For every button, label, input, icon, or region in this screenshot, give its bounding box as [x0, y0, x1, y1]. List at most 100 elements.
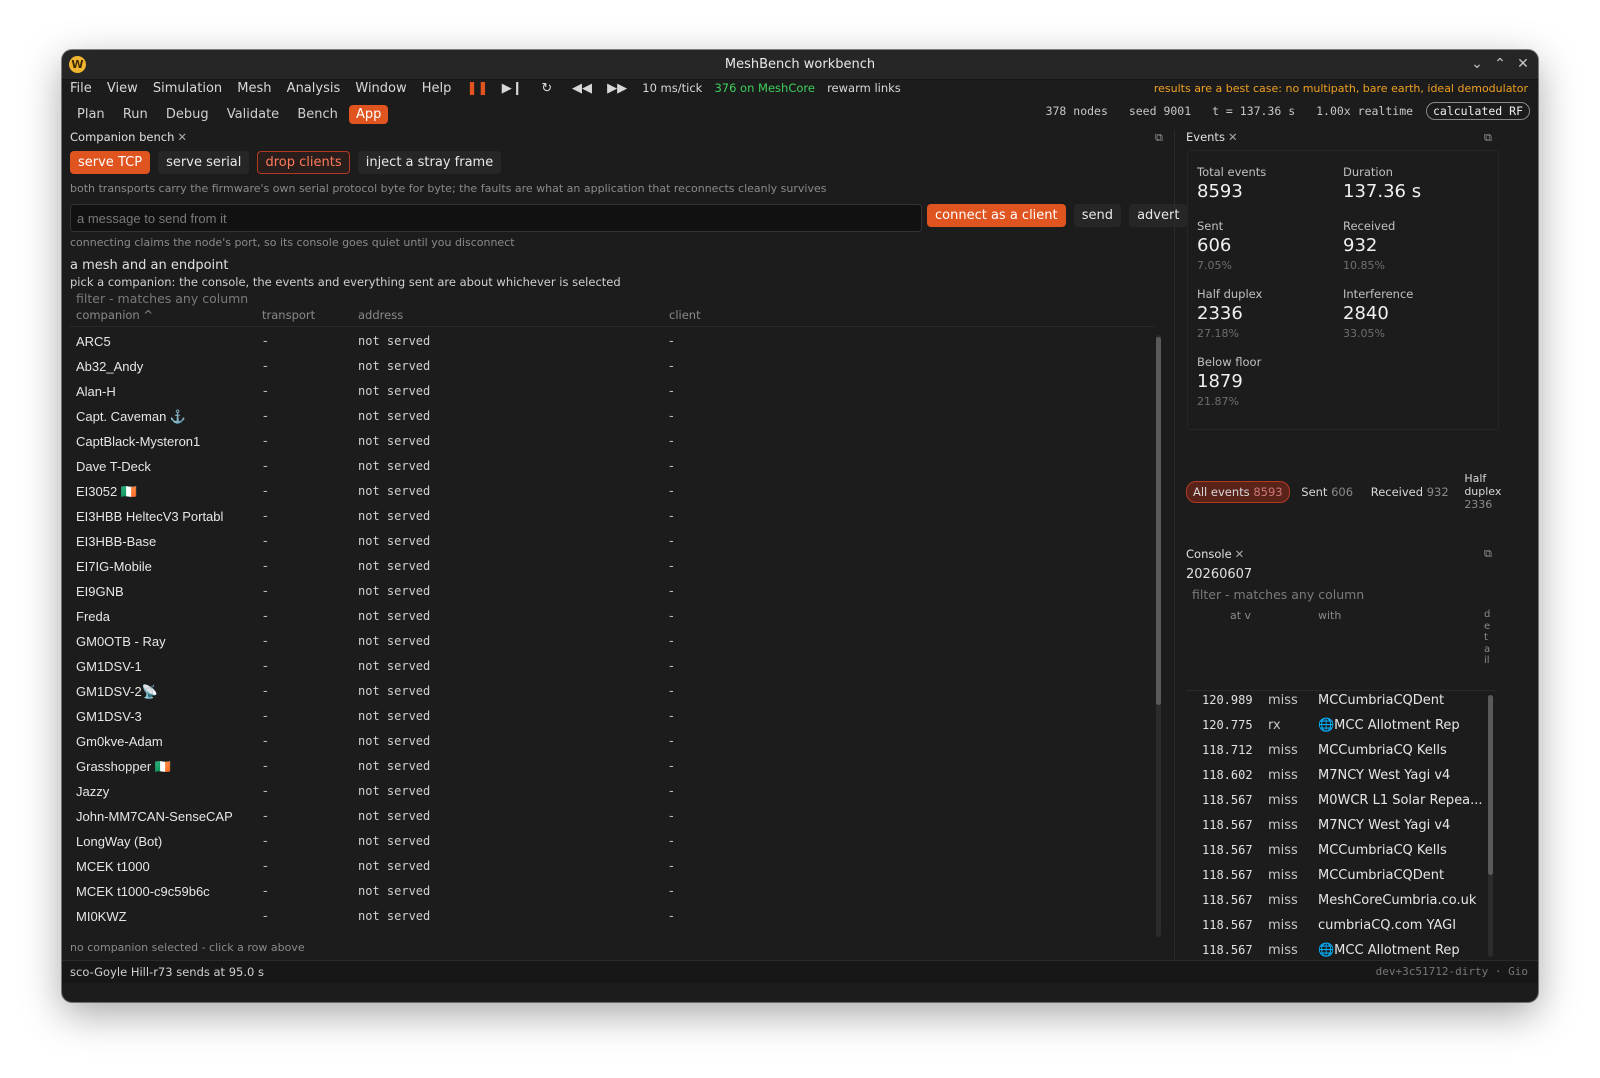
- filter-input[interactable]: filter - matches any column: [76, 291, 248, 306]
- menu-help[interactable]: Help: [422, 81, 452, 96]
- restart-icon[interactable]: ↻: [537, 81, 557, 96]
- table-row[interactable]: Capt. Caveman ⚓ - not served -: [70, 405, 1150, 430]
- chip-received[interactable]: Received 932: [1365, 482, 1455, 502]
- connect-client-button[interactable]: connect as a client: [927, 204, 1066, 227]
- table-row[interactable]: EI3HBB HeltecV3 Portabl - not served -: [70, 505, 1150, 530]
- console-row[interactable]: 118.712 miss MCCumbriaCQ Kells: [1192, 739, 1492, 764]
- table-row[interactable]: GM1DSV-1 - not served -: [70, 655, 1150, 680]
- console-scroll-thumb[interactable]: [1488, 695, 1493, 875]
- table-row[interactable]: MCEK t1000 - not served -: [70, 855, 1150, 880]
- table-row[interactable]: Freda - not served -: [70, 605, 1150, 630]
- col-detail[interactable]: detail: [1484, 609, 1492, 667]
- table-row[interactable]: Gm0kve-Adam - not served -: [70, 730, 1150, 755]
- menu-analysis[interactable]: Analysis: [287, 81, 341, 96]
- tab-run[interactable]: Run: [116, 105, 155, 124]
- close-icon[interactable]: ✕: [1514, 55, 1532, 73]
- console-filter-input[interactable]: filter - matches any column: [1192, 587, 1364, 602]
- table-row[interactable]: EI9GNB - not served -: [70, 580, 1150, 605]
- table-row[interactable]: GM1DSV-3 - not served -: [70, 705, 1150, 730]
- fast-forward-icon[interactable]: ▶▶: [607, 81, 627, 96]
- tick-rate[interactable]: 10 ms/tick: [642, 81, 702, 95]
- rf-mode-badge[interactable]: calculated RF: [1425, 102, 1530, 120]
- console-row[interactable]: 120.989 miss MCCumbriaCQDent: [1192, 689, 1492, 714]
- console-kind: miss: [1268, 893, 1298, 908]
- tab-plan[interactable]: Plan: [70, 105, 112, 124]
- chevron-down-icon[interactable]: ⌄: [1468, 55, 1486, 73]
- tab-bench[interactable]: Bench: [290, 105, 345, 124]
- console-time: 118.567: [1202, 843, 1253, 857]
- col-transport[interactable]: transport: [262, 308, 315, 322]
- console-row[interactable]: 118.567 miss cumbriaCQ.com YAGI: [1192, 914, 1492, 939]
- serve-tcp-button[interactable]: serve TCP: [70, 151, 151, 174]
- transport-cell: -: [263, 884, 268, 899]
- table-row[interactable]: John-MM7CAN-SenseCAP - not served -: [70, 805, 1150, 830]
- menu-file[interactable]: File: [70, 81, 92, 96]
- table-row[interactable]: Grasshopper 🇮🇪 - not served -: [70, 755, 1150, 780]
- col-client[interactable]: client: [669, 308, 701, 322]
- col-with[interactable]: with: [1318, 609, 1341, 622]
- console-scrollbar[interactable]: [1488, 695, 1493, 957]
- address-cell: not served: [358, 409, 431, 423]
- menu-mesh[interactable]: Mesh: [237, 81, 271, 96]
- console-row[interactable]: 120.775 rx 🌐MCC Allotment Rep: [1192, 714, 1492, 739]
- menu-window[interactable]: Window: [355, 81, 406, 96]
- col-at[interactable]: at v: [1230, 609, 1251, 622]
- tab-validate[interactable]: Validate: [220, 105, 286, 124]
- col-address[interactable]: address: [358, 308, 403, 322]
- send-button[interactable]: send: [1073, 204, 1121, 227]
- transport-cell: -: [263, 834, 268, 849]
- address-cell: not served: [358, 634, 431, 648]
- chip-all-events[interactable]: All events 8593: [1186, 480, 1290, 503]
- table-row[interactable]: GM0OTB - Ray - not served -: [70, 630, 1150, 655]
- client-cell: -: [669, 384, 674, 399]
- console-row[interactable]: 118.567 miss MeshCoreCumbria.co.uk: [1192, 889, 1492, 914]
- menu-view[interactable]: View: [107, 81, 138, 96]
- inject-frame-button[interactable]: inject a stray frame: [357, 151, 502, 174]
- companion-scrollbar[interactable]: [1156, 335, 1161, 937]
- chip-sent[interactable]: Sent 606: [1295, 482, 1359, 502]
- menu-simulation[interactable]: Simulation: [153, 81, 222, 96]
- popout-icon[interactable]: ⧉: [1484, 131, 1492, 145]
- popout-icon[interactable]: ⧉: [1484, 547, 1492, 561]
- pause-icon[interactable]: ❚❚: [467, 81, 489, 96]
- transport-cell: -: [263, 659, 268, 674]
- console-row[interactable]: 118.567 miss M7NCY West Yagi v4: [1192, 814, 1492, 839]
- drop-clients-button[interactable]: drop clients: [257, 151, 350, 174]
- companion-name: MCEK t1000-c9c59b6c: [76, 884, 210, 899]
- chip-half-duplex[interactable]: Half duplex 2336: [1460, 470, 1528, 513]
- table-row[interactable]: LongWay (Bot) - not served -: [70, 830, 1150, 855]
- table-row[interactable]: Alan-H - not served -: [70, 380, 1150, 405]
- table-row[interactable]: Jazzy - not served -: [70, 780, 1150, 805]
- close-icon[interactable]: ✕: [1228, 130, 1238, 144]
- console-row[interactable]: 118.567 miss MCCumbriaCQ Kells: [1192, 839, 1492, 864]
- rewind-icon[interactable]: ◀◀: [572, 81, 592, 96]
- step-icon[interactable]: ▶❙: [502, 81, 523, 96]
- serve-serial-button[interactable]: serve serial: [158, 151, 250, 174]
- tab-debug[interactable]: Debug: [159, 105, 216, 124]
- rewarm-links-button[interactable]: rewarm links: [827, 81, 901, 95]
- popout-icon[interactable]: ⧉: [1155, 131, 1163, 145]
- col-companion[interactable]: companion ^: [76, 308, 153, 322]
- table-row[interactable]: MI0KWZ - not served -: [70, 905, 1150, 930]
- table-row[interactable]: ARC5 - not served -: [70, 330, 1150, 355]
- advert-button[interactable]: advert: [1129, 204, 1188, 227]
- console-kind: miss: [1268, 843, 1298, 858]
- console-row[interactable]: 118.567 miss M0WCR L1 Solar Repea...: [1192, 789, 1492, 814]
- table-row[interactable]: Dave T-Deck - not served -: [70, 455, 1150, 480]
- close-icon[interactable]: ✕: [1235, 547, 1245, 561]
- console-row[interactable]: 118.567 miss MCCumbriaCQDent: [1192, 864, 1492, 889]
- close-icon[interactable]: ✕: [177, 130, 187, 144]
- table-row[interactable]: GM1DSV-2📡 - not served -: [70, 680, 1150, 705]
- companion-scroll-thumb[interactable]: [1156, 337, 1161, 705]
- table-row[interactable]: EI3HBB-Base - not served -: [70, 530, 1150, 555]
- table-row[interactable]: Ab32_Andy - not served -: [70, 355, 1150, 380]
- table-row[interactable]: EI3052 🇮🇪 - not served -: [70, 480, 1150, 505]
- message-input[interactable]: [71, 205, 909, 231]
- tab-app[interactable]: App: [349, 105, 389, 124]
- console-row[interactable]: 118.602 miss M7NCY West Yagi v4: [1192, 764, 1492, 789]
- maximize-icon[interactable]: ⌃: [1491, 55, 1509, 73]
- table-row[interactable]: CaptBlack-Mysteron1 - not served -: [70, 430, 1150, 455]
- table-row[interactable]: MCEK t1000-c9c59b6c - not served -: [70, 880, 1150, 905]
- transport-cell: -: [263, 684, 268, 699]
- table-row[interactable]: EI7IG-Mobile - not served -: [70, 555, 1150, 580]
